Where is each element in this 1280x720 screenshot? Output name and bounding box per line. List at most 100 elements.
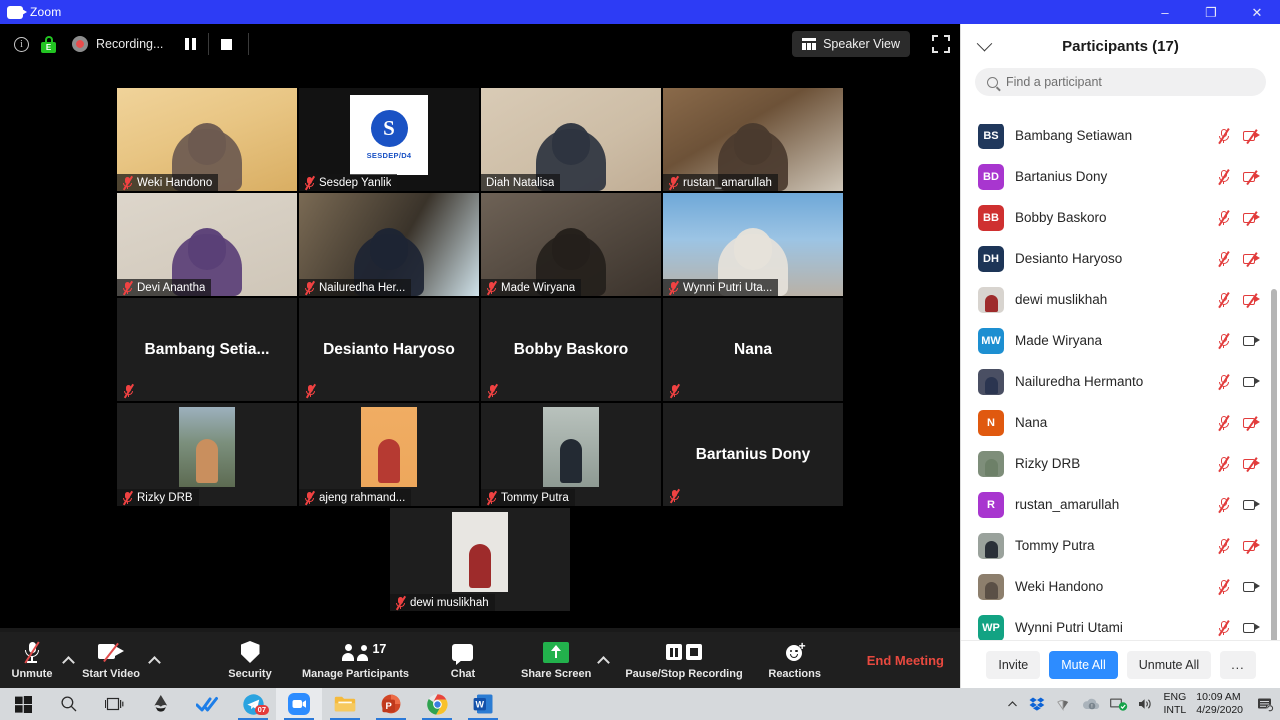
participant-row[interactable]: Tommy Putra bbox=[961, 525, 1280, 566]
microphone-muted-icon[interactable] bbox=[1217, 456, 1230, 472]
encryption-lock-icon[interactable]: E bbox=[41, 35, 56, 53]
reactions-button[interactable]: + Reactions bbox=[767, 632, 823, 688]
stop-recording-icon[interactable] bbox=[221, 38, 233, 50]
video-tile[interactable]: Desianto Haryoso bbox=[299, 298, 479, 401]
unmute-all-button[interactable]: Unmute All bbox=[1126, 650, 1212, 679]
microphone-muted-icon[interactable] bbox=[1217, 251, 1230, 267]
video-tile[interactable]: Nana bbox=[663, 298, 843, 401]
camera-off-icon[interactable] bbox=[1243, 292, 1260, 308]
security-button[interactable]: Security bbox=[222, 632, 278, 688]
speaker-icon[interactable] bbox=[1138, 697, 1154, 711]
camera-on-icon[interactable] bbox=[1243, 376, 1260, 388]
video-tile[interactable]: ajeng rahmand... bbox=[299, 403, 479, 506]
microphone-muted-icon[interactable] bbox=[1217, 579, 1230, 595]
todoist-app[interactable] bbox=[184, 688, 230, 720]
video-tile[interactable]: S SESDEP/D4 Sesdep Yanlik bbox=[299, 88, 479, 191]
clock[interactable]: 10:09 AM 4/29/2020 bbox=[1196, 691, 1243, 717]
pause-recording-icon[interactable] bbox=[185, 38, 197, 50]
microphone-muted-icon[interactable] bbox=[1217, 620, 1230, 636]
restore-button[interactable]: ❐ bbox=[1188, 0, 1234, 24]
participant-row[interactable]: Weki Handono bbox=[961, 566, 1280, 607]
video-tile[interactable]: Nailuredha Her... bbox=[299, 193, 479, 296]
microphone-muted-icon[interactable] bbox=[1217, 128, 1230, 144]
camera-on-icon[interactable] bbox=[1243, 622, 1260, 634]
video-tile[interactable]: Devi Anantha bbox=[117, 193, 297, 296]
search-input[interactable] bbox=[1006, 75, 1254, 89]
onedrive-icon[interactable]: ! bbox=[1081, 697, 1100, 711]
task-view-button[interactable] bbox=[92, 688, 138, 720]
share-screen-button[interactable]: Share Screen bbox=[521, 632, 591, 688]
inkscape-app[interactable] bbox=[138, 688, 184, 720]
more-options-button[interactable]: ... bbox=[1220, 650, 1256, 679]
camera-off-icon[interactable] bbox=[1243, 210, 1260, 226]
invite-button[interactable]: Invite bbox=[986, 650, 1041, 679]
microphone-muted-icon[interactable] bbox=[1217, 374, 1230, 390]
start-button[interactable] bbox=[0, 688, 46, 720]
participant-row[interactable]: BB Bobby Baskoro bbox=[961, 197, 1280, 238]
camera-on-icon[interactable] bbox=[1243, 581, 1260, 593]
minimize-button[interactable]: – bbox=[1142, 0, 1188, 24]
chrome-app[interactable] bbox=[414, 688, 460, 720]
microphone-muted-icon[interactable] bbox=[1217, 292, 1230, 308]
participant-row[interactable]: WP Wynni Putri Utami bbox=[961, 607, 1280, 640]
video-tile[interactable]: Wynni Putri Uta... bbox=[663, 193, 843, 296]
participant-search-box[interactable] bbox=[975, 68, 1266, 96]
participant-row[interactable]: MW Made Wiryana bbox=[961, 320, 1280, 361]
video-tile[interactable]: Bartanius Dony bbox=[663, 403, 843, 506]
participants-list[interactable]: BS Bambang Setiawan BD Bartanius Dony BB Bobb… bbox=[961, 124, 1280, 640]
start-video-button[interactable]: Start Video bbox=[80, 632, 142, 688]
camera-off-icon[interactable] bbox=[1243, 251, 1260, 267]
manage-participants-button[interactable]: 17 Manage Participants bbox=[302, 632, 409, 688]
word-app[interactable]: W bbox=[460, 688, 506, 720]
camera-off-icon[interactable] bbox=[1243, 128, 1260, 144]
video-tile[interactable]: rustan_amarullah bbox=[663, 88, 843, 191]
participant-row[interactable]: dewi muslikhah bbox=[961, 279, 1280, 320]
microphone-muted-icon[interactable] bbox=[1217, 497, 1230, 513]
fullscreen-icon[interactable] bbox=[932, 35, 950, 53]
telegram-app[interactable]: 07 bbox=[230, 688, 276, 720]
camera-on-icon[interactable] bbox=[1243, 499, 1260, 511]
language-indicator[interactable]: ENG INTL bbox=[1164, 691, 1187, 717]
search-button[interactable] bbox=[46, 688, 92, 720]
zoom-app[interactable] bbox=[276, 688, 322, 720]
video-tile[interactable]: Bambang Setia... bbox=[117, 298, 297, 401]
share-options-button[interactable] bbox=[591, 632, 615, 688]
participant-row[interactable]: DH Desianto Haryoso bbox=[961, 238, 1280, 279]
camera-off-icon[interactable] bbox=[1243, 538, 1260, 554]
unmute-button[interactable]: Unmute bbox=[8, 632, 56, 688]
video-tile[interactable]: Rizky DRB bbox=[117, 403, 297, 506]
camera-off-icon[interactable] bbox=[1243, 415, 1260, 431]
mute-all-button[interactable]: Mute All bbox=[1049, 650, 1118, 679]
file-explorer-app[interactable] bbox=[322, 688, 368, 720]
pause-stop-recording-button[interactable]: Pause/Stop Recording bbox=[625, 632, 743, 688]
chat-button[interactable]: Chat bbox=[435, 632, 491, 688]
microphone-muted-icon[interactable] bbox=[1217, 333, 1230, 349]
speaker-view-button[interactable]: Speaker View bbox=[792, 31, 910, 57]
participant-row[interactable]: BD Bartanius Dony bbox=[961, 156, 1280, 197]
microphone-muted-icon[interactable] bbox=[1217, 169, 1230, 185]
microphone-muted-icon[interactable] bbox=[1217, 210, 1230, 226]
wifi-icon[interactable] bbox=[1055, 697, 1071, 711]
camera-on-icon[interactable] bbox=[1243, 335, 1260, 347]
video-options-button[interactable] bbox=[142, 632, 166, 688]
participant-row[interactable]: Rizky DRB bbox=[961, 443, 1280, 484]
video-tile[interactable]: dewi muslikhah bbox=[390, 508, 570, 611]
chevron-down-icon[interactable] bbox=[976, 35, 993, 51]
chevron-up-icon[interactable] bbox=[1006, 698, 1019, 711]
participant-row[interactable]: BS Bambang Setiawan bbox=[961, 124, 1280, 156]
close-button[interactable]: ✕ bbox=[1234, 0, 1280, 24]
end-meeting-button[interactable]: End Meeting bbox=[867, 653, 944, 668]
video-tile[interactable]: Made Wiryana bbox=[481, 193, 661, 296]
video-tile[interactable]: Tommy Putra bbox=[481, 403, 661, 506]
display-icon[interactable] bbox=[1109, 697, 1128, 711]
dropbox-icon[interactable] bbox=[1029, 696, 1045, 712]
camera-off-icon[interactable] bbox=[1243, 456, 1260, 472]
video-tile[interactable]: Diah Natalisa bbox=[481, 88, 661, 191]
info-icon[interactable]: i bbox=[14, 36, 29, 52]
participants-scrollbar[interactable] bbox=[1271, 289, 1277, 640]
camera-off-icon[interactable] bbox=[1243, 169, 1260, 185]
powerpoint-app[interactable]: P bbox=[368, 688, 414, 720]
notifications-icon[interactable] bbox=[1257, 696, 1274, 712]
microphone-muted-icon[interactable] bbox=[1217, 415, 1230, 431]
participant-row[interactable]: Rrustan_amarullah bbox=[961, 484, 1280, 525]
